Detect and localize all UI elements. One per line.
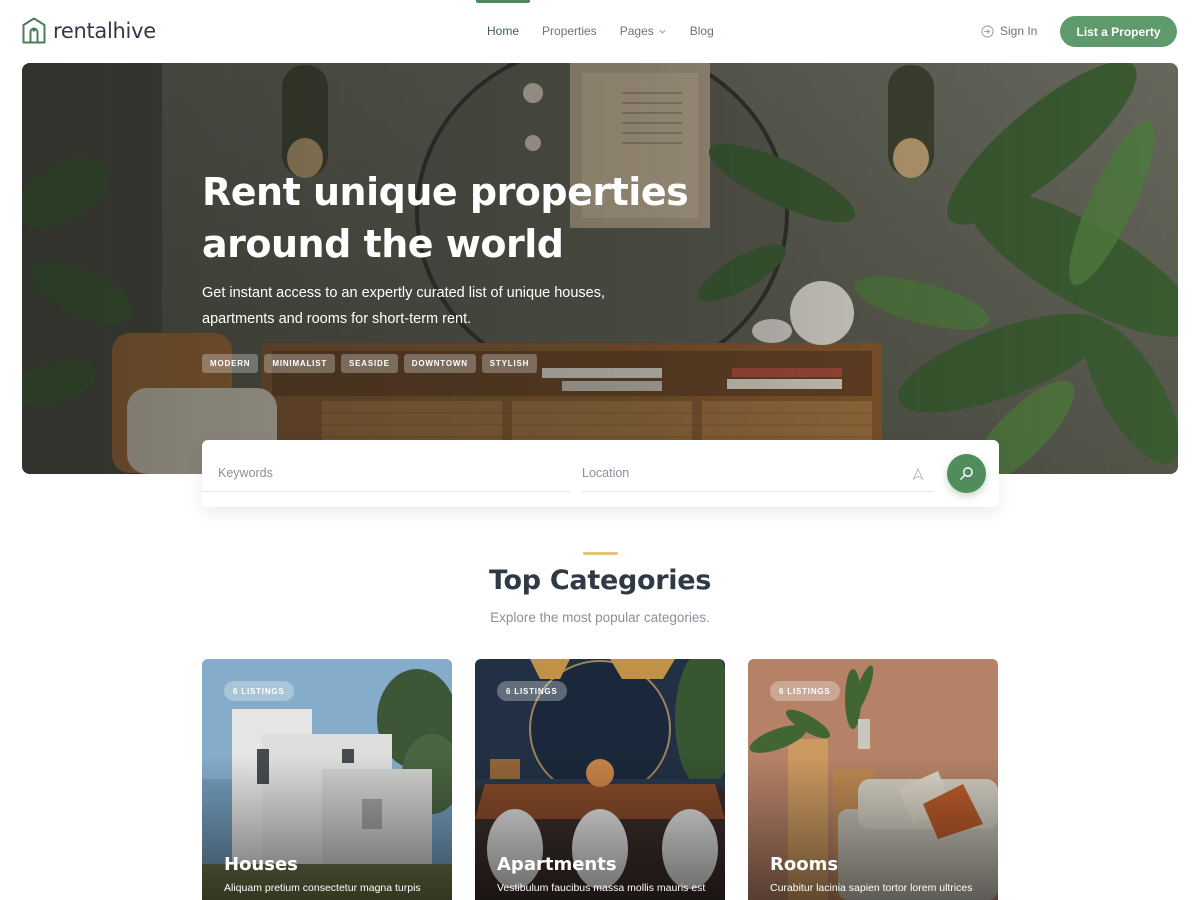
card-title: Houses (224, 854, 298, 875)
hero-title-line: around the world (202, 222, 564, 266)
top-navbar: rentalhive Home Properties Pages Blog Si… (0, 0, 1200, 63)
hero-subtitle-line: apartments and rooms for short-term rent… (202, 311, 472, 327)
brand-name: rentalhive (53, 19, 156, 43)
section-accent-line (583, 552, 618, 555)
nav-label: Home (487, 24, 520, 38)
sign-in-icon (981, 24, 994, 38)
hero-title: Rent unique properties around the world (202, 166, 762, 270)
categories-title: Top Categories (489, 565, 711, 596)
hero-subtitle-line: Get instant access to an expertly curate… (202, 285, 606, 301)
category-card-rooms[interactable]: 6 LISTINGS Rooms Curabitur lacinia sapie… (748, 659, 998, 900)
search-button[interactable] (947, 454, 986, 493)
house-logo-icon (22, 17, 46, 44)
nav-label: Properties (542, 24, 597, 38)
nav-item-pages[interactable]: Pages (620, 24, 667, 38)
brand-logo[interactable]: rentalhive (22, 17, 156, 45)
nav-item-home[interactable]: Home (475, 0, 531, 38)
search-panel: Keywords Location (202, 440, 999, 507)
categories-subtitle: Explore the most popular categories. (490, 610, 710, 625)
tag-stylish[interactable]: STYLISH (481, 354, 538, 373)
hero-tags: MODERN MINIMALIST SEASIDE DOWNTOWN STYLI… (202, 354, 538, 373)
hero-banner: Rent unique properties around the world … (22, 63, 1178, 474)
main-menu: Home Properties Pages Blog (475, 0, 737, 38)
sign-in-link[interactable]: Sign In (981, 24, 1037, 38)
tag-modern[interactable]: MODERN (202, 354, 259, 373)
nav-label: Blog (689, 24, 714, 38)
keywords-placeholder: Keywords (218, 465, 273, 480)
keywords-input[interactable]: Keywords (202, 454, 571, 492)
listings-badge: 6 LISTINGS (770, 681, 840, 701)
nav-label: Pages (619, 24, 654, 38)
card-title: Apartments (497, 854, 617, 875)
card-description: Aliquam pretium consectetur magna turpis (224, 882, 421, 894)
tag-minimalist[interactable]: MINIMALIST (264, 354, 336, 373)
hero-title-line: Rent unique properties (202, 170, 689, 214)
nav-item-blog[interactable]: Blog (690, 24, 714, 38)
listings-badge: 6 LISTINGS (497, 681, 567, 701)
hero-subtitle: Get instant access to an expertly curate… (202, 280, 662, 332)
card-description: Curabitur lacinia sapien tortor lorem ul… (770, 882, 973, 894)
location-placeholder: Location (582, 465, 630, 480)
listings-badge: 6 LISTINGS (224, 681, 294, 701)
tag-downtown[interactable]: DOWNTOWN (403, 354, 476, 373)
sign-in-label: Sign In (1000, 24, 1038, 38)
chevron-down-icon (659, 29, 666, 34)
location-arrow-icon[interactable] (912, 468, 924, 480)
search-icon (960, 467, 973, 480)
card-description: Vestibulum faucibus massa mollis mauris … (497, 882, 706, 894)
category-card-apartments[interactable]: 6 LISTINGS Apartments Vestibulum faucibu… (475, 659, 725, 900)
category-card-houses[interactable]: 6 LISTINGS Houses Aliquam pretium consec… (202, 659, 452, 900)
nav-item-properties[interactable]: Properties (542, 24, 597, 38)
location-input[interactable]: Location (582, 454, 934, 492)
tag-seaside[interactable]: SEASIDE (341, 354, 398, 373)
list-property-button[interactable]: List a Property (1060, 16, 1177, 47)
card-title: Rooms (770, 854, 839, 875)
